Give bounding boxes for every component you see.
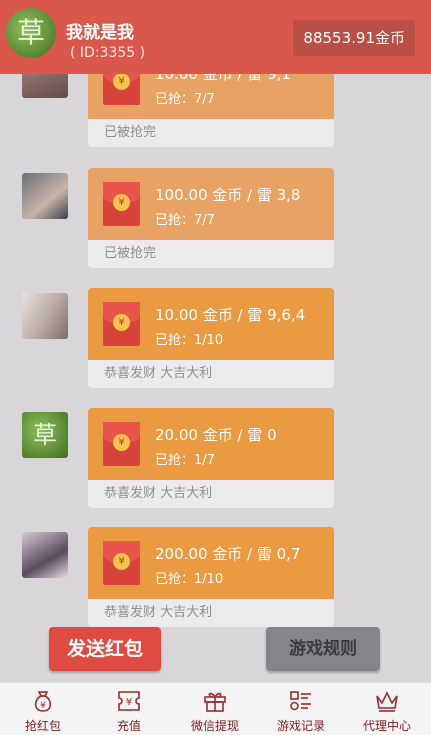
red-envelope-icon: ¥ — [103, 422, 140, 466]
user-avatar[interactable] — [22, 532, 68, 578]
svg-text:¥: ¥ — [40, 701, 46, 711]
nav-item-recharge[interactable]: ¥ 充值 — [86, 683, 172, 735]
packet-amount: 100.00 金币 / 雷 3,8 — [155, 186, 301, 204]
nav-item-game-records[interactable]: 游戏记录 — [258, 683, 344, 735]
nav-label: 微信提现 — [190, 719, 239, 733]
top-bar: 草 我就是我 ( ID:3355 ) 88553.91金币 — [0, 0, 431, 74]
packet-grabbed: 已抢：1/10 — [155, 333, 224, 348]
nav-label: 代理中心 — [362, 719, 411, 733]
packet-grabbed: 已抢：1/7 — [155, 453, 215, 468]
my-avatar[interactable]: 草 — [6, 8, 56, 58]
red-packet-card[interactable]: ¥ 20.00 金币 / 雷 0 已抢：1/7 恭喜发财 大吉大利 — [88, 408, 334, 508]
nav-label: 抢红包 — [24, 719, 61, 733]
crown-icon — [376, 691, 398, 712]
coin-balance[interactable]: 88553.91金币 — [293, 20, 415, 56]
user-avatar[interactable]: 草 — [22, 412, 68, 458]
packet-grabbed: 已抢：7/7 — [155, 92, 215, 107]
packet-amount: 10.00 金币 / 雷 9,6,4 — [155, 306, 306, 324]
packet-grabbed: 已抢：1/10 — [155, 572, 224, 587]
yen-ticket-icon: ¥ — [118, 691, 140, 711]
red-envelope-icon: ¥ — [103, 302, 140, 346]
nav-item-grab-packet[interactable]: ¥ 抢红包 — [0, 683, 86, 735]
username: 我就是我 — [66, 23, 134, 43]
red-packet-card[interactable]: ¥ 100.00 金币 / 雷 3,8 已抢：7/7 已被抢完 — [88, 168, 334, 268]
packet-amount: 200.00 金币 / 雷 0,7 — [155, 545, 301, 563]
packet-amount: 20.00 金币 / 雷 0 — [155, 426, 277, 444]
nav-label: 游戏记录 — [276, 719, 325, 733]
packet-status: 已被抢完 — [88, 240, 334, 268]
packet-status: 已被抢完 — [88, 119, 334, 147]
nav-label: 充值 — [116, 719, 141, 733]
gift-icon — [204, 692, 226, 712]
packet-status: 恭喜发财 大吉大利 — [88, 599, 334, 627]
money-bag-icon: ¥ — [34, 691, 52, 712]
red-envelope-icon: ¥ — [103, 182, 140, 226]
nav-item-wechat-withdraw[interactable]: 微信提现 — [172, 683, 258, 735]
packet-status: 恭喜发财 大吉大利 — [88, 480, 334, 508]
svg-text:¥: ¥ — [126, 697, 132, 708]
red-packet-card[interactable]: ¥ 200.00 金币 / 雷 0,7 已抢：1/10 恭喜发财 大吉大利 — [88, 527, 334, 627]
bottom-nav: ¥ 抢红包 ¥ 充值 微信提现 游戏记录 代理中心 — [0, 682, 431, 735]
list-icon — [290, 691, 311, 711]
user-avatar[interactable] — [22, 173, 68, 219]
red-packet-card[interactable]: ¥ 10.00 金币 / 雷 9,6,4 已抢：1/10 恭喜发财 大吉大利 — [88, 288, 334, 388]
nav-item-agent-center[interactable]: 代理中心 — [344, 683, 430, 735]
red-envelope-icon: ¥ — [103, 541, 140, 585]
game-rules-button[interactable]: 游戏规则 — [266, 627, 380, 671]
user-id: ( ID:3355 ) — [70, 45, 146, 61]
packet-status: 恭喜发财 大吉大利 — [88, 360, 334, 388]
packet-grabbed: 已抢：7/7 — [155, 213, 215, 228]
user-avatar[interactable] — [22, 293, 68, 339]
send-red-packet-button[interactable]: 发送红包 — [49, 627, 161, 671]
